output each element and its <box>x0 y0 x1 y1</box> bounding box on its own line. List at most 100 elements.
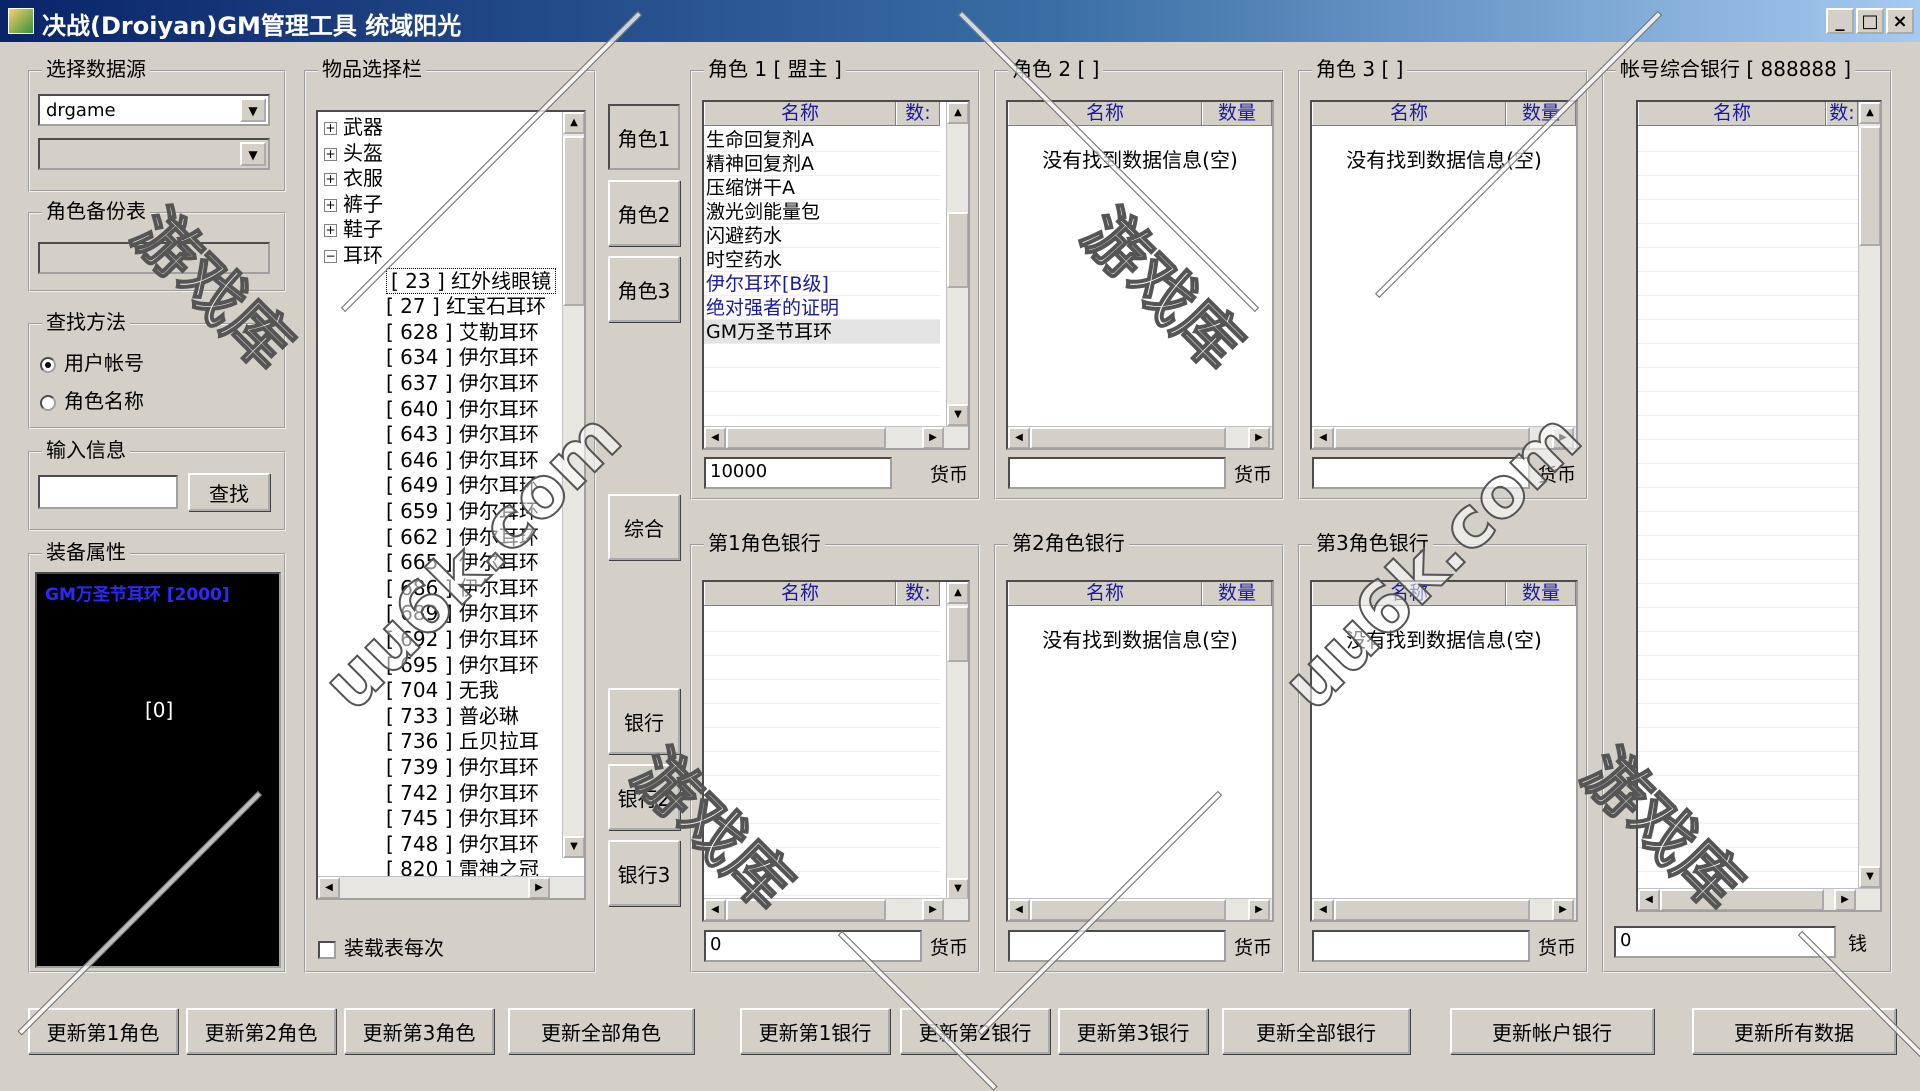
scroll-left-icon[interactable]: ◀ <box>704 427 726 448</box>
char1-tab-button[interactable]: 角色1 <box>608 104 680 170</box>
char3-item-list[interactable]: 名称 数量 没有找到数据信息(空) ◀ ▶ <box>1310 100 1578 450</box>
bank2-hscroll-thumb[interactable] <box>1030 899 1226 920</box>
tree-item[interactable]: [ 646 ] 伊尔耳环 <box>386 447 539 473</box>
tree-item[interactable]: [ 733 ] 普必琳 <box>386 703 519 729</box>
search-button[interactable]: 查找 <box>188 473 270 511</box>
tree-vertical-scrollbar[interactable]: ▲ ▼ <box>562 112 584 858</box>
update-bank3-button[interactable]: 更新第3银行 <box>1058 1008 1208 1054</box>
scroll-left-icon[interactable]: ◀ <box>1008 899 1030 920</box>
account-bank-money-input[interactable]: 0 <box>1614 926 1836 958</box>
scroll-left-icon[interactable]: ◀ <box>318 877 340 898</box>
name-column-header[interactable]: 名称 <box>1008 582 1202 605</box>
list-item[interactable]: 闪避药水 <box>704 224 940 248</box>
list-item[interactable]: 伊尔耳环[B级] <box>704 272 940 296</box>
tree-item[interactable]: [ 689 ] 伊尔耳环 <box>386 600 539 626</box>
expand-icon[interactable]: + <box>324 173 337 187</box>
name-column-header[interactable]: 名称 <box>704 582 896 605</box>
list-item[interactable]: 生命回复剂A <box>704 128 940 152</box>
bank1-horizontal-scrollbar[interactable]: ◀ ▶ <box>704 898 968 920</box>
char3-horizontal-scrollbar[interactable]: ◀ ▶ <box>1312 426 1576 448</box>
tree-item[interactable]: [ 692 ] 伊尔耳环 <box>386 626 539 652</box>
update-char2-button[interactable]: 更新第2角色 <box>186 1008 336 1054</box>
maximize-button[interactable]: □ <box>1856 8 1884 34</box>
scroll-up-icon[interactable]: ▲ <box>563 112 584 134</box>
char2-tab-button[interactable]: 角色2 <box>608 180 680 246</box>
expand-icon[interactable]: + <box>324 224 337 238</box>
qty-column-header[interactable]: 数量 <box>1202 102 1272 125</box>
tree-item[interactable]: [ 742 ] 伊尔耳环 <box>386 780 539 806</box>
char3-money-input[interactable] <box>1312 457 1530 489</box>
name-column-header[interactable]: 名称 <box>1638 102 1826 125</box>
scroll-left-icon[interactable]: ◀ <box>1312 899 1334 920</box>
char1-vertical-scrollbar[interactable]: ▲ ▼ <box>946 102 968 428</box>
update-bank1-button[interactable]: 更新第1银行 <box>740 1008 890 1054</box>
char1-money-input[interactable]: 10000 <box>704 457 892 489</box>
item-tree[interactable]: + 武器 + 头盔 + 衣服 + 裤子 + 鞋子 − 耳环[ 23 ] 红外线眼镜[ 27 ] 红宝石… <box>316 110 586 900</box>
scroll-down-icon[interactable]: ▼ <box>563 836 584 858</box>
tree-item[interactable]: [ 659 ] 伊尔耳环 <box>386 498 539 524</box>
tree-item[interactable]: [ 23 ] 红外线眼镜 <box>386 267 557 294</box>
scroll-left-icon[interactable]: ◀ <box>1638 889 1660 910</box>
close-button[interactable]: × <box>1886 8 1914 34</box>
scroll-up-icon[interactable]: ▲ <box>947 582 968 604</box>
tree-category-0[interactable]: + 武器 <box>324 114 383 140</box>
chevron-down-icon[interactable]: ▼ <box>240 142 266 166</box>
tree-category-4[interactable]: + 鞋子 <box>324 216 383 242</box>
list-item[interactable]: 精神回复剂A <box>704 152 940 176</box>
char2-hscroll-thumb[interactable] <box>1030 427 1226 448</box>
tree-scroll-thumb[interactable] <box>563 136 584 306</box>
load-table-checkbox[interactable]: 装载表每次 <box>318 932 444 961</box>
list-item[interactable]: 压缩饼干A <box>704 176 940 200</box>
char2-horizontal-scrollbar[interactable]: ◀ ▶ <box>1008 426 1272 448</box>
scroll-up-icon[interactable]: ▲ <box>1859 102 1880 124</box>
tree-item[interactable]: [ 27 ] 红宝石耳环 <box>386 293 546 319</box>
update-char3-button[interactable]: 更新第3角色 <box>344 1008 494 1054</box>
expand-icon[interactable]: + <box>324 147 337 161</box>
tree-item[interactable]: [ 739 ] 伊尔耳环 <box>386 754 539 780</box>
update-all-data-button[interactable]: 更新所有数据 <box>1692 1008 1896 1054</box>
scroll-down-icon[interactable]: ▼ <box>947 878 968 900</box>
scroll-down-icon[interactable]: ▼ <box>947 404 968 426</box>
update-bank2-button[interactable]: 更新第2银行 <box>900 1008 1050 1054</box>
char3-tab-button[interactable]: 角色3 <box>608 256 680 322</box>
name-column-header[interactable]: 名称 <box>1312 102 1506 125</box>
minimize-button[interactable]: _ <box>1826 8 1854 34</box>
bank2-tab-button[interactable]: 银行2 <box>608 764 680 830</box>
tree-item[interactable]: [ 662 ] 伊尔耳环 <box>386 524 539 550</box>
tree-item[interactable]: [ 686 ] 伊尔耳环 <box>386 575 539 601</box>
scroll-left-icon[interactable]: ◀ <box>1312 427 1334 448</box>
account-bank-vertical-scrollbar[interactable]: ▲ ▼ <box>1858 102 1880 888</box>
datasource-select[interactable]: drgame ▼ <box>38 94 270 126</box>
scroll-right-icon[interactable]: ▶ <box>922 899 944 920</box>
qty-column-header[interactable]: 数量 <box>1506 102 1576 125</box>
tree-item[interactable]: [ 649 ] 伊尔耳环 <box>386 472 539 498</box>
tree-category-5[interactable]: − 耳环 <box>324 242 383 268</box>
name-column-header[interactable]: 名称 <box>1312 582 1506 605</box>
radio-character-name[interactable]: 角色名称 <box>40 385 144 414</box>
scroll-right-icon[interactable]: ▶ <box>528 877 550 898</box>
tree-item[interactable]: [ 736 ] 丘贝拉耳 <box>386 728 539 754</box>
bank1-scroll-thumb[interactable] <box>947 606 968 662</box>
update-char1-button[interactable]: 更新第1角色 <box>28 1008 178 1054</box>
tree-horizontal-scrollbar[interactable]: ◀ ▶ <box>318 876 584 898</box>
collapse-icon[interactable]: − <box>324 250 337 263</box>
bank-tab-button[interactable]: 银行 <box>608 688 680 754</box>
account-bank-item-list[interactable]: 名称 数: ▲ ▼ ◀ ▶ <box>1636 100 1882 912</box>
char3-hscroll-thumb[interactable] <box>1334 427 1530 448</box>
tree-category-3[interactable]: + 裤子 <box>324 191 383 217</box>
account-bank-hscroll-thumb[interactable] <box>1660 889 1824 910</box>
tree-item[interactable]: [ 640 ] 伊尔耳环 <box>386 396 539 422</box>
update-all-banks-button[interactable]: 更新全部银行 <box>1222 1008 1410 1054</box>
account-bank-scroll-thumb[interactable] <box>1859 126 1880 246</box>
char2-item-list[interactable]: 名称 数量 没有找到数据信息(空) ◀ ▶ <box>1006 100 1274 450</box>
tree-item[interactable]: [ 643 ] 伊尔耳环 <box>386 421 539 447</box>
scroll-right-icon[interactable]: ▶ <box>1552 899 1574 920</box>
scroll-right-icon[interactable]: ▶ <box>922 427 944 448</box>
secondary-select[interactable]: ▼ <box>38 138 270 170</box>
qty-column-header[interactable]: 数量 <box>1202 582 1272 605</box>
summary-tab-button[interactable]: 综合 <box>608 494 680 560</box>
bank2-item-list[interactable]: 名称 数量 没有找到数据信息(空) ◀ ▶ <box>1006 580 1274 922</box>
scroll-left-icon[interactable]: ◀ <box>704 899 726 920</box>
expand-icon[interactable]: + <box>324 198 337 212</box>
qty-column-header[interactable]: 数: <box>1826 102 1858 125</box>
